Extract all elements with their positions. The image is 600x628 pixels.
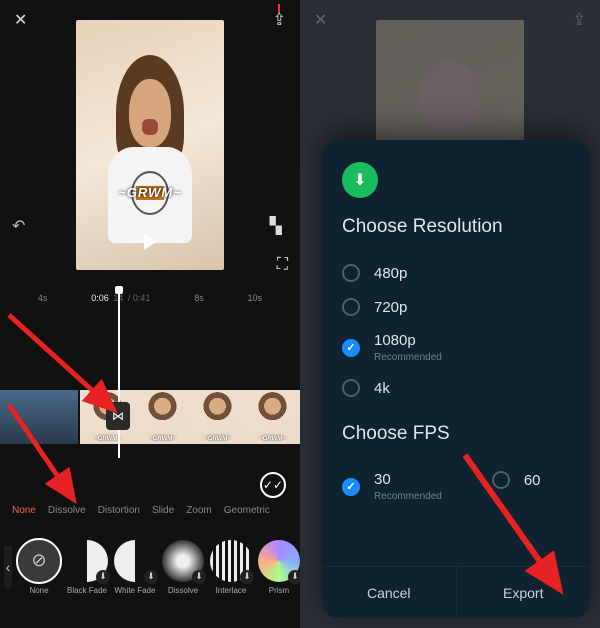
video-preview[interactable]: ~GRWM~ xyxy=(76,20,224,270)
fullscreen-icon[interactable]: ⛶ xyxy=(277,256,288,274)
fx-black-fade[interactable]: ⬇Black Fade xyxy=(66,540,108,595)
tab-zoom[interactable]: Zoom xyxy=(182,501,216,520)
time-mark: 10s xyxy=(248,293,263,303)
res-720p[interactable]: 720p xyxy=(342,290,570,324)
back-button[interactable]: ‹ xyxy=(4,545,12,589)
annotation-arrow xyxy=(4,400,104,525)
editor-screen: ✕ ⇪ ~GRWM~ ↶ ▝▖ ⛶ 4s 0:06 14 / 0:41 8s 1… xyxy=(0,0,300,628)
fx-prism[interactable]: ⬇Prism xyxy=(258,540,300,595)
clip-2d[interactable]: ~GRWM~ xyxy=(245,390,300,444)
fps-30[interactable]: 30Recommended xyxy=(342,471,442,502)
time-mark: 8s xyxy=(194,293,204,303)
overlay-text: ~GRWM~ xyxy=(76,185,224,200)
res-4k[interactable]: 4k xyxy=(342,371,570,405)
fx-none[interactable]: ⊘None xyxy=(18,540,60,595)
fx-interlace[interactable]: ⬇Interlace xyxy=(210,540,252,595)
fx-dissolve[interactable]: ⬇Dissolve xyxy=(162,540,204,595)
person-illustration xyxy=(103,55,198,255)
time-current: 0:06 xyxy=(91,293,109,303)
tab-geometric[interactable]: Geometric xyxy=(220,501,274,520)
fps-title: Choose FPS xyxy=(342,423,570,445)
effects-row: ‹ ⊘None ⬇Black Fade ⬇White Fade ⬇Dissolv… xyxy=(0,528,300,606)
tab-slide[interactable]: Slide xyxy=(148,501,178,520)
fx-white-fade[interactable]: ⬇White Fade xyxy=(114,540,156,595)
annotation-arrow xyxy=(460,450,590,615)
time-mark: 4s xyxy=(38,293,48,303)
time-ruler[interactable]: 4s 0:06 14 / 0:41 8s 10s xyxy=(0,288,300,308)
apply-all-icon[interactable]: ✓✓ xyxy=(260,472,286,498)
layers-icon[interactable]: ▝▖ xyxy=(263,216,288,236)
download-icon: ⬇ xyxy=(342,162,378,198)
cancel-button[interactable]: Cancel xyxy=(322,567,456,618)
undo-icon[interactable]: ↶ xyxy=(12,216,25,236)
export-screen: ✕ ⇪ ⬇ Choose Resolution 480p 720p 1080pR… xyxy=(300,0,600,628)
close-icon: ✕ xyxy=(314,10,327,30)
share-icon: ⇪ xyxy=(573,10,586,30)
res-480p[interactable]: 480p xyxy=(342,256,570,290)
close-icon[interactable]: ✕ xyxy=(14,10,27,30)
resolution-title: Choose Resolution xyxy=(342,216,570,238)
clip-2c[interactable]: ~GRWM~ xyxy=(190,390,245,444)
clip-2b[interactable]: ~GRWM~ xyxy=(135,390,190,444)
share-icon[interactable]: ⇪ xyxy=(273,10,286,30)
res-1080p[interactable]: 1080pRecommended xyxy=(342,324,570,371)
time-total: / 0:41 xyxy=(128,293,151,303)
play-icon[interactable] xyxy=(144,234,156,250)
